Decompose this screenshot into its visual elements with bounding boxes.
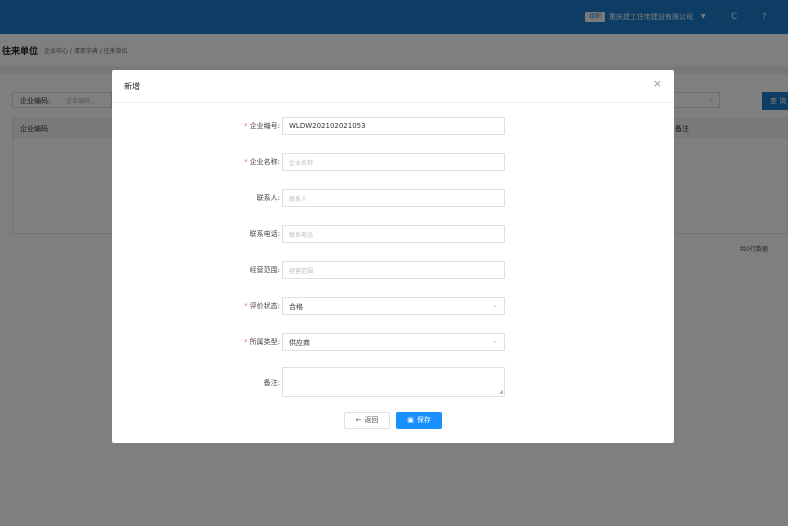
scope-field[interactable]: 经营范围: [282, 261, 505, 279]
add-dialog: 新增 × * 企业编号: WLDW202102021053 * 企业名称: 企业名称…: [112, 70, 674, 443]
type-select[interactable]: 供应商 ⌄: [282, 333, 505, 351]
type-value: 供应商: [289, 339, 310, 347]
form-row-rating: * 评价状态: 合格 ⌄: [112, 297, 674, 315]
form-row-remark: 备注: ◢: [112, 367, 674, 397]
form-row-contact: 联系人: 联系人: [112, 189, 674, 207]
close-icon[interactable]: ×: [653, 78, 662, 90]
contact-field[interactable]: 联系人: [282, 189, 505, 207]
form-row-type: * 所属类型: 供应商 ⌄: [112, 333, 674, 351]
name-label: * 企业名称:: [244, 158, 280, 166]
contact-placeholder: 联系人: [289, 196, 308, 203]
phone-field[interactable]: 联系电话: [282, 225, 505, 243]
rating-select[interactable]: 合格 ⌄: [282, 297, 505, 315]
required-mark: *: [244, 338, 248, 346]
arrow-left-icon: ←: [355, 416, 362, 424]
back-label: 返回: [364, 416, 379, 424]
phone-placeholder: 联系电话: [289, 232, 314, 239]
phone-label: 联系电话:: [249, 230, 280, 238]
save-button[interactable]: ▣ 保存: [396, 412, 442, 429]
type-label: * 所属类型:: [244, 338, 280, 346]
required-mark: *: [244, 158, 248, 166]
code-value: WLDW202102021053: [289, 122, 366, 130]
rating-label: * 评价状态:: [244, 302, 280, 310]
save-icon: ▣: [407, 416, 414, 424]
resize-handle-icon[interactable]: ◢: [499, 390, 503, 395]
required-mark: *: [244, 122, 248, 130]
remark-textarea[interactable]: ◢: [282, 367, 505, 397]
form-row-scope: 经营范围: 经营范围: [112, 261, 674, 279]
rating-value: 合格: [289, 303, 303, 311]
dialog-divider: [112, 102, 674, 103]
name-field[interactable]: 企业名称: [282, 153, 505, 171]
remark-label: 备注:: [263, 379, 280, 387]
required-mark: *: [244, 302, 248, 310]
code-label: * 企业编号:: [244, 122, 280, 130]
scope-placeholder: 经营范围: [289, 268, 314, 275]
back-button[interactable]: ← 返回: [344, 412, 390, 429]
chevron-down-icon: ⌄: [492, 337, 498, 345]
contact-label: 联系人:: [256, 194, 280, 202]
chevron-down-icon: ⌄: [492, 301, 498, 309]
form-row-code: * 企业编号: WLDW202102021053: [112, 117, 674, 135]
name-placeholder: 企业名称: [289, 160, 314, 167]
form-row-phone: 联系电话: 联系电话: [112, 225, 674, 243]
save-label: 保存: [416, 416, 431, 424]
form-row-name: * 企业名称: 企业名称: [112, 153, 674, 171]
code-field[interactable]: WLDW202102021053: [282, 117, 505, 135]
dialog-title: 新增: [124, 82, 140, 91]
scope-label: 经营范围:: [249, 266, 280, 274]
